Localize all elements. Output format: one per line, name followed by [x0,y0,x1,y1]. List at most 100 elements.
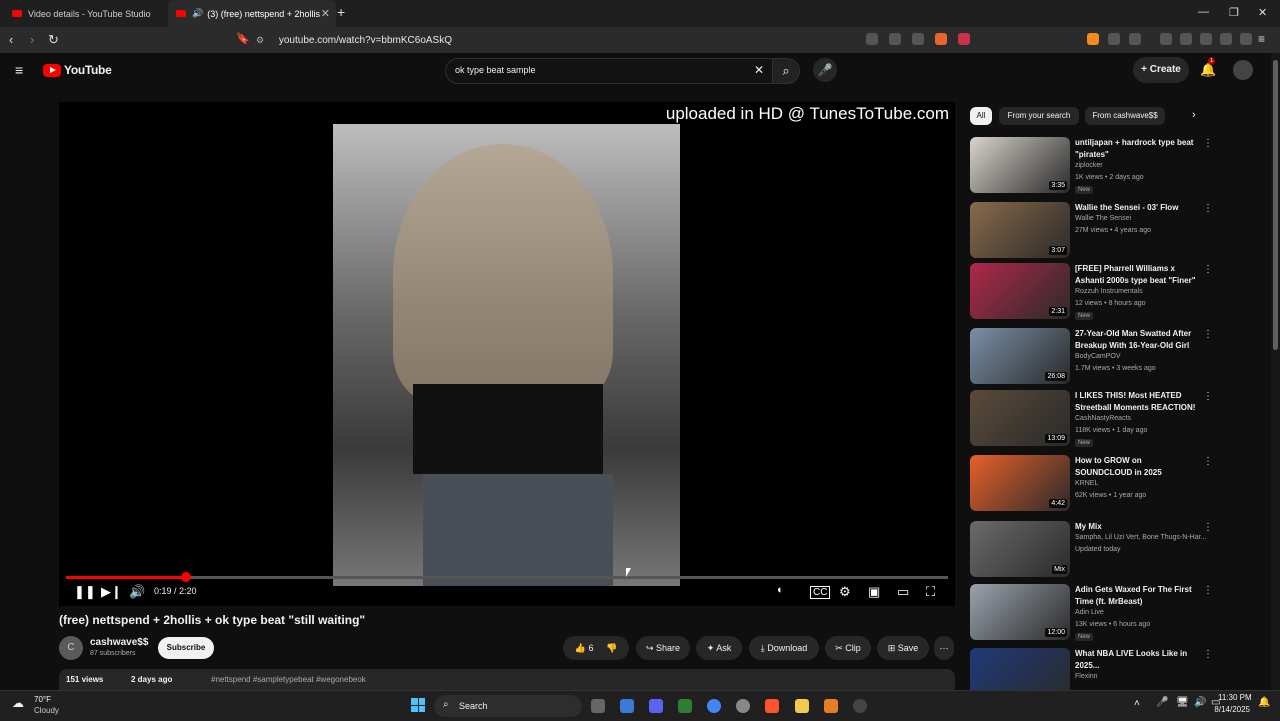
clock-date[interactable]: 8/14/2025 [1212,705,1250,714]
channel-name[interactable]: cashwave$$ [90,637,148,648]
microphone-tray-icon[interactable]: 🎤 [1156,697,1168,708]
file-explorer-icon[interactable] [795,699,809,713]
app-circle-icon[interactable] [736,699,750,713]
recommendation-channel[interactable]: Rozzuh Instrumentals [1075,288,1143,295]
recommendation-channel[interactable]: KRNEL [1075,480,1098,487]
discord-icon[interactable] [649,699,663,713]
forward-icon[interactable]: › [30,32,34,47]
clear-search-icon[interactable]: ✕ [754,63,764,77]
zoom-icon[interactable] [889,33,901,45]
hamburger-menu-icon[interactable]: ≡ [15,62,23,78]
close-window-icon[interactable]: ✕ [1258,6,1267,19]
extension-icon[interactable] [1087,33,1099,45]
menu-icon[interactable]: ≡ [1258,32,1265,46]
recommendation-channel[interactable]: CashNastyReacts [1075,415,1131,422]
more-vertical-icon[interactable]: ⋮ [1203,391,1213,402]
recommendation-thumbnail[interactable]: 4:42 [970,455,1070,511]
subscribe-button[interactable]: Subscribe [158,637,214,659]
bookmark-icon[interactable]: 🔖 [236,32,250,45]
chip-from-your-search[interactable]: From your search [999,107,1079,125]
pause-icon[interactable]: ❚❚ [74,584,96,600]
channel-avatar[interactable]: C [59,636,83,660]
recommendation-thumbnail[interactable]: 12:00 [970,584,1070,640]
restore-icon[interactable]: ❐ [1229,6,1239,19]
site-info-icon[interactable]: ⚙ [256,35,264,45]
share-button[interactable]: ↪ Share [636,636,690,660]
app-icon[interactable] [678,699,692,713]
chip-all[interactable]: All [970,107,992,125]
tab-youtube-studio[interactable]: Video details - YouTube Studio [4,0,172,27]
like-button[interactable]: 👍 6 [575,643,594,653]
save-button[interactable]: ⊞ Save [877,636,929,660]
more-vertical-icon[interactable]: ⋮ [1203,264,1213,275]
ask-button[interactable]: ✦ Ask [696,636,742,660]
brave-browser-icon[interactable] [765,699,779,713]
address-bar[interactable]: ⚙ youtube.com/watch?v=bbmKC6oASkQ [256,30,1016,50]
more-vertical-icon[interactable]: ⋮ [1203,138,1213,149]
recommendation-card[interactable]: 2:31 [FREE] Pharrell Williams x Ashanti 2… [970,263,1213,321]
minimize-icon[interactable]: — [1198,6,1209,18]
recommendation-card[interactable]: 26:08 27-Year-Old Man Swatted After Break… [970,328,1213,386]
settings-gear-icon[interactable]: ⚙ [839,584,851,600]
brave-shields-icon[interactable] [935,33,947,45]
recommendation-channel[interactable]: ziplocker [1075,162,1103,169]
recommendation-channel[interactable]: BodyCamPOV [1075,353,1121,360]
wallet-card-icon[interactable] [1200,33,1212,45]
new-tab-icon[interactable]: + [337,4,345,20]
recommendation-card[interactable]: 3:35 untiljapan + hardrock type beat "pir… [970,137,1213,195]
store-icon[interactable] [620,699,634,713]
chips-next-icon[interactable]: › [1192,109,1196,121]
miniplayer-icon[interactable]: ▣ [868,584,880,600]
windows-start-icon[interactable] [411,698,425,712]
more-vertical-icon[interactable]: ⋮ [1203,522,1213,533]
more-vertical-icon[interactable]: ⋮ [1203,203,1213,214]
theater-mode-icon[interactable]: ▭ [897,584,909,600]
recommendation-channel[interactable]: Adin Live [1075,609,1104,616]
recommendation-thumbnail[interactable]: 13:09 [970,390,1070,446]
clock-time[interactable]: 11:30 PM [1218,693,1252,702]
vpn-icon[interactable] [1240,33,1252,45]
captions-icon[interactable]: CC [810,586,831,599]
more-vertical-icon[interactable]: ⋮ [1203,649,1213,660]
recommendation-title[interactable]: I LIKES THIS! Most HEATED Streetball Mom… [1075,390,1200,414]
recommendation-thumbnail[interactable]: 3:35 [970,137,1070,193]
notifications-button[interactable]: 🔔 1 [1200,58,1216,78]
more-vertical-icon[interactable]: ⋮ [1203,329,1213,340]
volume-icon[interactable]: 🔊 [129,584,145,600]
scrollbar-thumb[interactable] [1273,60,1278,350]
recommendation-thumbnail[interactable]: 2:31 [970,263,1070,319]
recommendation-title[interactable]: 27-Year-Old Man Swatted After Breakup Wi… [1075,328,1200,352]
task-view-icon[interactable] [591,699,605,713]
youtube-logo[interactable]: YouTube [43,63,112,77]
recommendation-title[interactable]: Wallie the Sensei - 03' Flow [1075,202,1200,214]
search-button[interactable]: ⌕ [772,58,800,84]
recommendation-card[interactable]: Mix My Mix Sampha, Lil Uzi Vert, Bone Thug… [970,521,1213,579]
autoplay-toggle-icon[interactable]: ◐ [777,584,784,596]
leo-ai-icon[interactable] [1220,33,1232,45]
recommendation-title[interactable]: How to GROW on SOUNDCLOUD in 2025 [1075,455,1200,479]
recommendation-channel[interactable]: Flexinn [1075,673,1098,680]
sidebar-icon[interactable] [1180,33,1192,45]
network-icon[interactable]: 🖥 [1176,697,1189,708]
chip-from-channel[interactable]: From cashwave$$ [1085,107,1165,125]
download-button[interactable]: ⤓ Download [749,636,819,660]
more-vertical-icon[interactable]: ⋮ [1203,456,1213,467]
fullscreen-icon[interactable]: ⛶ [926,584,935,600]
taskbar-search[interactable]: ⌕ Search [434,695,582,717]
next-icon[interactable]: ▶❙ [101,584,122,600]
media-icon[interactable] [1160,33,1172,45]
hashtags[interactable]: #nettspend #sampletypebeat #wegonebeok [211,675,366,684]
recommendation-thumbnail[interactable]: 26:08 [970,328,1070,384]
recommendation-channel[interactable]: Wallie The Sensei [1075,215,1131,222]
more-actions-button[interactable]: ⋯ [934,636,954,660]
recommendation-card[interactable]: 3:07 Wallie the Sensei - 03' Flow Wallie T… [970,202,1213,260]
recommendation-title[interactable]: My Mix [1075,521,1200,533]
recommendation-title[interactable]: Adin Gets Waxed For The First Time (ft. … [1075,584,1200,608]
recommendation-thumbnail[interactable]: 3:07 [970,202,1070,258]
voice-search-button[interactable]: 🎤 [813,58,837,82]
progress-scrubber[interactable] [180,572,191,582]
extensions-puzzle-icon[interactable] [1108,33,1120,45]
recommendation-card[interactable]: 4:42 How to GROW on SOUNDCLOUD in 2025 KRN… [970,455,1213,513]
tray-chevron-icon[interactable]: ˄ [1134,698,1140,709]
recommendation-title[interactable]: What NBA LIVE Looks Like in 2025... [1075,648,1200,672]
